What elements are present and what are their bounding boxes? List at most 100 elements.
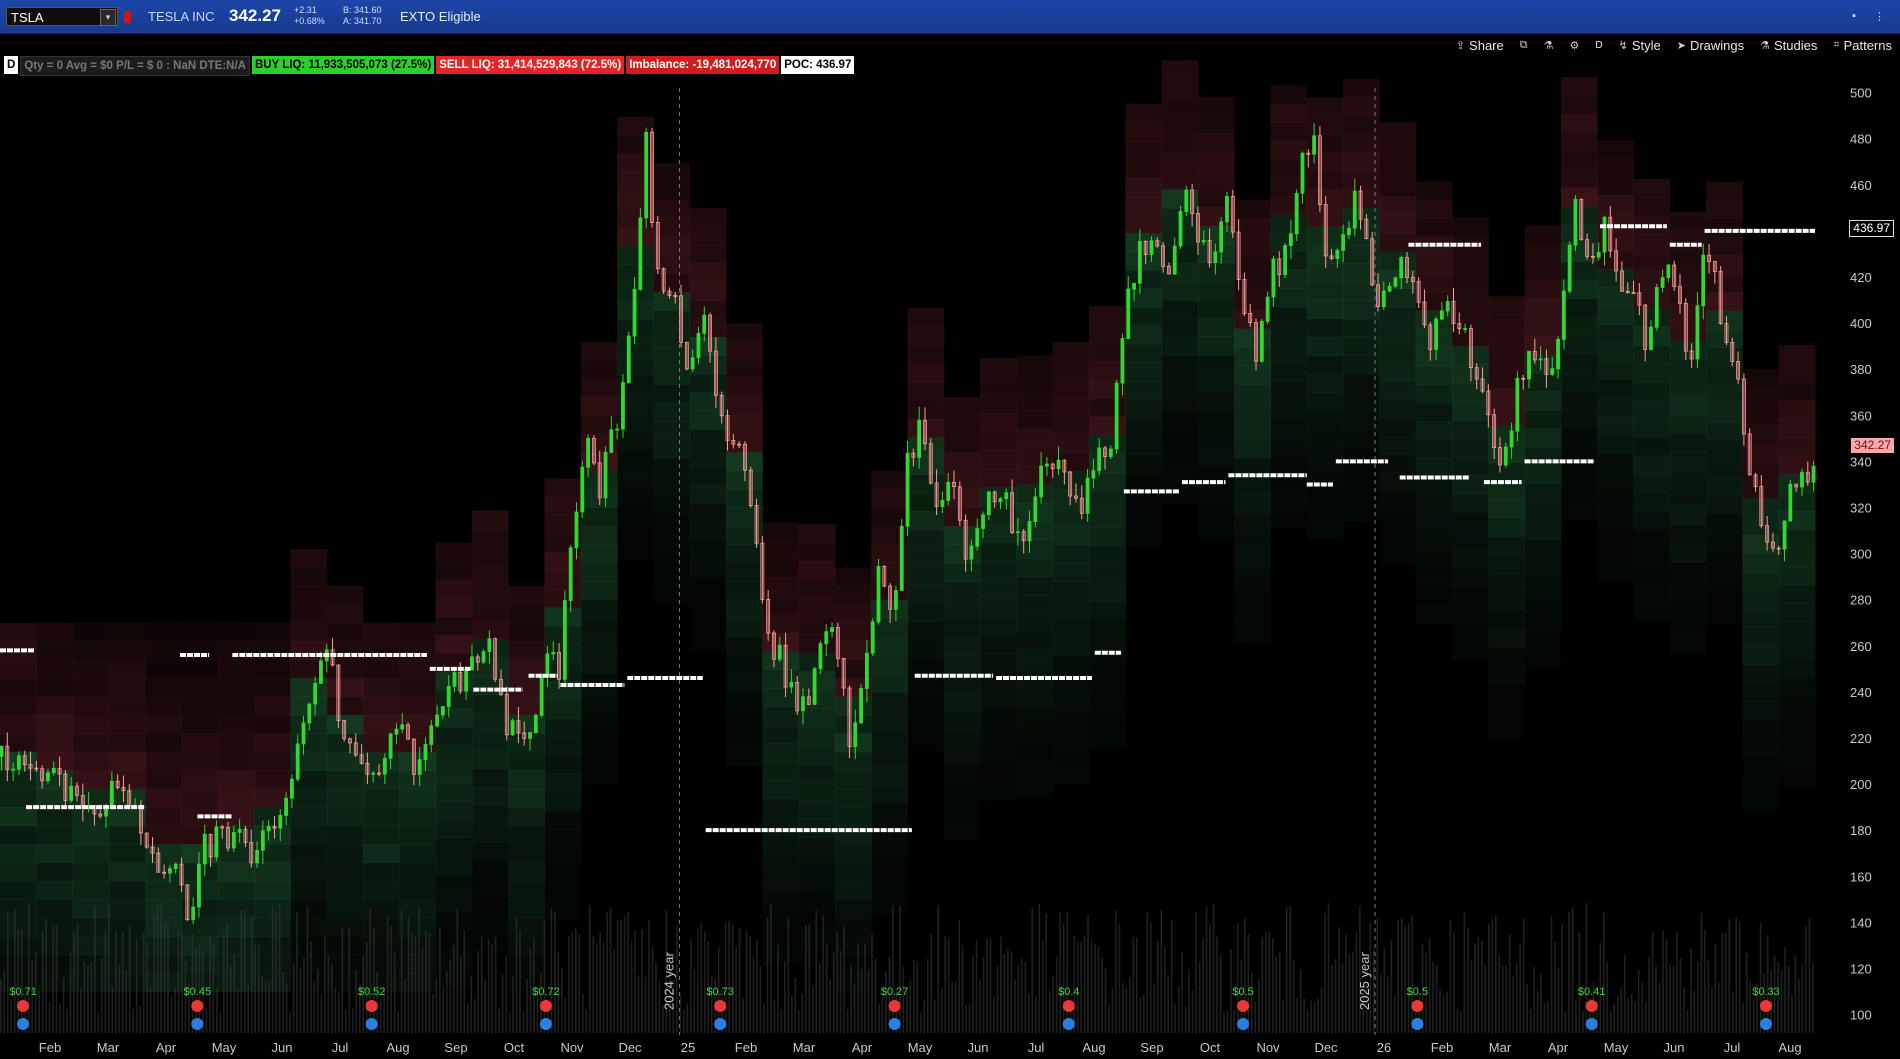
candle-body <box>1387 285 1392 292</box>
style-button[interactable]: ↯ Style <box>1611 38 1669 53</box>
volume-bar <box>731 924 734 1033</box>
volume-bar <box>923 1000 926 1033</box>
settings-button[interactable]: ⚙ <box>1561 39 1587 52</box>
period-badge[interactable]: D <box>4 56 19 74</box>
style-icon: ↯ <box>1618 39 1628 52</box>
candle-body <box>1039 465 1044 498</box>
volume-bar <box>763 1002 765 1033</box>
buy-liquidity-cell <box>580 710 618 730</box>
sell-liquidity-cell <box>217 622 255 642</box>
buy-liquidity-cell <box>580 581 618 601</box>
candle-body <box>864 652 869 689</box>
volume-bar <box>292 963 295 1033</box>
sell-liquidity-cell <box>72 641 110 661</box>
window-options-icon[interactable]: ⋮ <box>1874 10 1886 23</box>
buy-liquidity-cell <box>1597 508 1634 528</box>
studies-button[interactable]: ⚗ Studies <box>1752 38 1825 53</box>
earnings-event-icon <box>1760 1018 1772 1030</box>
sell-liquidity-cell <box>181 751 219 771</box>
volume-bar <box>616 920 619 1033</box>
buy-liquidity-cell <box>1089 674 1126 694</box>
buy-liquidity-cell <box>689 558 727 578</box>
volume-bar <box>94 905 96 1033</box>
window-menu-icon[interactable]: ▪ <box>1852 10 1864 22</box>
sell-liquidity-cell <box>1597 194 1634 214</box>
buy-liquidity-cell <box>1669 451 1707 471</box>
buy-liquidity-cell <box>1306 355 1344 375</box>
buy-liquidity-cell <box>689 539 727 559</box>
volume-bar <box>1442 995 1445 1033</box>
volume-bar <box>38 990 40 1033</box>
buy-liquidity-cell <box>544 754 582 774</box>
candle-body <box>1527 350 1531 380</box>
buy-liquidity-cell <box>508 751 545 771</box>
sell-liquidity-cell <box>181 825 219 845</box>
volume-bar <box>508 1012 511 1033</box>
buy-liquidity-cell <box>363 880 400 900</box>
sell-liquidity-cell <box>36 641 74 661</box>
volume-bar <box>1432 961 1434 1033</box>
period-button[interactable]: D <box>1587 40 1610 51</box>
volume-bar <box>620 919 622 1033</box>
buy-liquidity-cell <box>762 743 800 763</box>
sell-liquidity-cell <box>544 552 582 572</box>
buy-liquidity-cell <box>399 825 437 845</box>
buy-liquidity-cell <box>653 476 691 496</box>
buy-liquidity-cell <box>1197 391 1235 411</box>
volume-bar <box>1317 997 1319 1033</box>
buy-liquidity-cell <box>907 492 945 512</box>
candle-body <box>609 429 614 453</box>
sell-liquidity-cell <box>980 468 1017 488</box>
buy-liquidity-cell <box>1379 454 1417 474</box>
buy-liquidity-cell <box>471 915 509 935</box>
sell-liquidity-cell <box>0 696 37 716</box>
candle-body <box>17 755 21 770</box>
flask-button[interactable]: ⚗ <box>1536 39 1562 52</box>
buy-liquidity-cell <box>1052 728 1090 748</box>
candle-body <box>278 815 283 829</box>
y-tick-label: 300 <box>1850 547 1872 562</box>
volume-bar <box>1094 943 1096 1033</box>
drawings-button[interactable]: ➤ Drawings <box>1669 38 1752 53</box>
detach-icon: ⧉ <box>1519 38 1528 51</box>
buy-liquidity-cell <box>907 621 945 641</box>
buy-liquidity-cell <box>871 894 908 914</box>
company-name: TESLA INC <box>148 9 215 24</box>
buy-liquidity-cell <box>689 502 727 522</box>
volume-bar <box>1707 960 1710 1033</box>
buy-liquidity-cell <box>363 917 400 937</box>
volume-bar <box>41 930 44 1033</box>
volume-bar <box>1644 1001 1647 1033</box>
buy-liquidity-cell <box>145 899 182 919</box>
volume-bar <box>1439 989 1441 1033</box>
sell-liquidity-cell <box>181 770 219 790</box>
volume-bar <box>1041 940 1044 1033</box>
share-button[interactable]: ⇪ Share <box>1448 38 1512 53</box>
buy-liquidity-cell <box>217 825 255 845</box>
volume-bar <box>313 981 316 1033</box>
chevron-down-icon[interactable]: ▾ <box>100 9 116 26</box>
buy-liquidity-cell <box>326 714 364 734</box>
volume-bar <box>804 924 807 1033</box>
price-chart[interactable]: 2024 year2025 year5004804604404204003803… <box>0 0 1900 1059</box>
candle-body <box>237 829 242 833</box>
buy-liquidity-cell <box>1597 287 1634 307</box>
volume-bar <box>282 971 284 1033</box>
volume-bar <box>1529 1008 1532 1033</box>
buy-liquidity-cell <box>1742 645 1780 665</box>
buy-liquidity-cell <box>36 880 74 900</box>
alert-flag-icon[interactable] <box>124 11 131 23</box>
volume-bar <box>1170 920 1173 1033</box>
sell-liquidity-cell <box>0 714 37 734</box>
patterns-button[interactable]: ⌗ Patterns <box>1825 38 1900 53</box>
volume-bar <box>613 949 615 1033</box>
sell-liquidity-cell <box>1452 272 1489 292</box>
sell-liquidity-cell <box>1452 217 1489 237</box>
volume-bar <box>466 1003 469 1033</box>
buy-liquidity-cell <box>1706 513 1743 533</box>
buy-liquidity-cell <box>1161 447 1199 467</box>
detach-button[interactable]: ⧉ <box>1512 39 1536 52</box>
buy-liquidity-cell <box>980 560 1017 580</box>
sell-liquidity-cell <box>871 507 908 527</box>
buy-liquidity-cell <box>580 765 618 785</box>
